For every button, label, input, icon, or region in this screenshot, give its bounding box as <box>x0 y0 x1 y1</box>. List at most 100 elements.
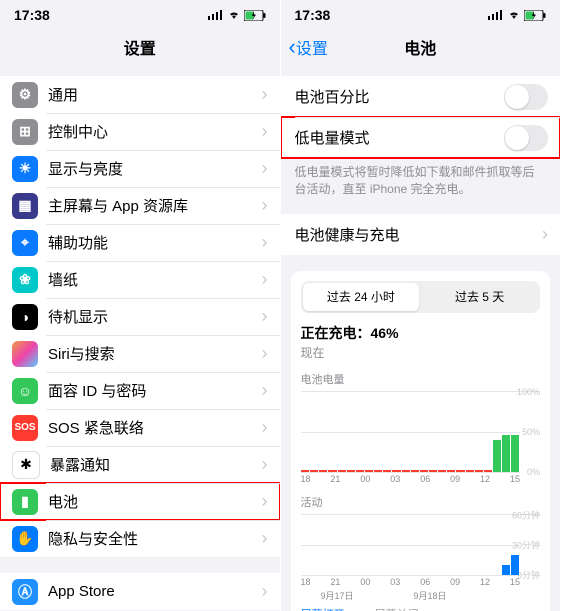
status-right <box>488 10 546 21</box>
chevron-right-icon: › <box>262 491 268 512</box>
y-label: 100% <box>517 387 540 397</box>
row-label: 电池健康与充电 <box>295 224 543 245</box>
row-accessibility[interactable]: ⌖ 辅助功能› <box>0 224 280 261</box>
row-low-power-mode[interactable]: 低电量模式 <box>281 117 561 158</box>
wifi-icon <box>507 10 521 20</box>
row-appstore[interactable]: ⒶApp Store› <box>0 573 280 610</box>
y-label: 0分钟 <box>517 568 540 581</box>
chevron-right-icon: › <box>262 380 268 401</box>
row-label: 通用 <box>48 84 262 105</box>
page-title: 设置 <box>124 35 156 59</box>
chevron-right-icon: › <box>262 121 268 142</box>
row-privacy[interactable]: ✋隐私与安全性› <box>0 520 280 557</box>
row-label: 隐私与安全性 <box>48 528 262 549</box>
settings-screen: 17:38 设置 ⚙通用› ⊞控制中心› ☀显示与亮度› ▦主屏幕与 App 资… <box>0 0 281 611</box>
home-icon: ▦ <box>12 193 38 219</box>
legend: 屏幕打开 屏幕关闭 <box>301 606 541 611</box>
row-battery-health[interactable]: 电池健康与充电 › <box>281 214 561 255</box>
chevron-left-icon: ‹ <box>289 36 296 58</box>
row-wallpaper[interactable]: ❀ 墙纸› <box>0 261 280 298</box>
x-tick-labels: 1821000306091215 <box>301 474 541 484</box>
back-button[interactable]: ‹ 设置 <box>289 28 328 66</box>
page-title: 电池 <box>404 35 436 59</box>
chevron-right-icon: › <box>262 195 268 216</box>
tab-24h[interactable]: 过去 24 小时 <box>303 283 420 311</box>
toggle-low-power-mode[interactable] <box>504 125 548 151</box>
toggle-battery-percentage[interactable] <box>504 84 548 110</box>
row-siri[interactable]: Siri与搜索› <box>0 335 280 372</box>
chart-title: 活动 <box>301 494 541 510</box>
row-label: 暴露通知 <box>50 454 262 475</box>
row-label: 电池百分比 <box>295 86 505 107</box>
low-power-footnote: 低电量模式将暂时降低如下载和邮件抓取等后台活动，直至 iPhone 完全充电。 <box>281 158 561 198</box>
battery-charging-icon <box>524 10 546 21</box>
row-label: Siri与搜索 <box>48 343 262 364</box>
row-label: 主屏幕与 App 资源库 <box>48 195 262 216</box>
battery-charging-icon <box>244 10 266 21</box>
x-tick-labels: 1821000306091215 <box>301 577 541 587</box>
wifi-icon <box>227 10 241 20</box>
activity-chart-canvas: 60分钟 30分钟 0分钟 <box>301 514 541 575</box>
row-sos[interactable]: SOS SOS 紧急联络› <box>0 409 280 446</box>
gear-icon: ⚙ <box>12 82 38 108</box>
activity-chart: 活动 60分钟 30分钟 0分钟 1821000306091215 9月17日 … <box>301 494 541 611</box>
signal-icon <box>488 10 504 20</box>
access-icon: ⌖ <box>12 230 38 256</box>
battery-screen: 17:38 ‹ 设置 电池 电池百分比 低电量模式 低电量模式将暂时降低如下载和… <box>281 0 561 611</box>
chevron-right-icon: › <box>262 306 268 327</box>
status-bar: 17:38 <box>281 0 561 28</box>
date-tick: 9月17日 <box>321 589 354 602</box>
row-display[interactable]: ☀显示与亮度› <box>0 150 280 187</box>
y-label: 0% <box>527 467 540 477</box>
row-label: 墙纸 <box>48 269 262 290</box>
status-time: 17:38 <box>14 7 50 23</box>
chevron-right-icon: › <box>262 158 268 179</box>
row-label: 辅助功能 <box>48 232 262 253</box>
battery-usage-card: 过去 24 小时 过去 5 天 正在充电：46% 现在 电池电量 100% 50… <box>291 271 551 611</box>
chevron-right-icon: › <box>262 269 268 290</box>
battery-health-group: 电池健康与充电 › <box>281 214 561 255</box>
chevron-right-icon: › <box>542 224 548 245</box>
battery-options-group: 电池百分比 低电量模式 <box>281 76 561 158</box>
y-label: 50% <box>522 427 540 437</box>
chart-title: 电池电量 <box>301 371 541 387</box>
chevron-right-icon: › <box>262 528 268 549</box>
nav-bar: 设置 <box>0 28 280 66</box>
row-label: 显示与亮度 <box>48 158 262 179</box>
chevron-right-icon: › <box>262 343 268 364</box>
row-control-center[interactable]: ⊞控制中心› <box>0 113 280 150</box>
row-label: 待机显示 <box>48 306 262 327</box>
tab-5d[interactable]: 过去 5 天 <box>421 283 538 311</box>
exposure-icon: ✱ <box>12 451 40 479</box>
status-bar: 17:38 <box>0 0 280 28</box>
siri-icon <box>12 341 38 367</box>
status-right <box>208 10 266 21</box>
chevron-right-icon: › <box>262 417 268 438</box>
chevron-right-icon: › <box>262 454 268 475</box>
row-battery[interactable]: ▮电池› <box>0 483 280 520</box>
row-label: App Store <box>48 583 262 600</box>
status-time: 17:38 <box>295 7 331 23</box>
battery-level-chart: 电池电量 100% 50% 0% 1821000306091215 <box>301 371 541 484</box>
faceid-icon: ☺ <box>12 378 38 404</box>
charging-subtitle: 现在 <box>301 344 541 361</box>
chevron-right-icon: › <box>262 232 268 253</box>
row-exposure[interactable]: ✱ 暴露通知› <box>0 446 280 483</box>
charging-title: 正在充电：46% <box>301 323 541 343</box>
time-range-segmented: 过去 24 小时 过去 5 天 <box>301 281 541 313</box>
row-label: 控制中心 <box>48 121 262 142</box>
chevron-right-icon: › <box>262 581 268 602</box>
row-general[interactable]: ⚙通用› <box>0 76 280 113</box>
date-tick: 9月18日 <box>414 589 447 602</box>
row-faceid[interactable]: ☺ 面容 ID 与密码› <box>0 372 280 409</box>
sos-icon: SOS <box>12 415 38 441</box>
wallpaper-icon: ❀ <box>12 267 38 293</box>
row-label: 面容 ID 与密码 <box>48 380 262 401</box>
row-homescreen[interactable]: ▦ 主屏幕与 App 资源库› <box>0 187 280 224</box>
row-standby[interactable]: ◑待机显示› <box>0 298 280 335</box>
row-label: SOS 紧急联络 <box>48 417 262 438</box>
date-labels: 9月17日 9月18日 <box>301 589 541 602</box>
legend-screen-on: 屏幕打开 <box>301 606 345 611</box>
row-battery-percentage[interactable]: 电池百分比 <box>281 76 561 117</box>
signal-icon <box>208 10 224 20</box>
